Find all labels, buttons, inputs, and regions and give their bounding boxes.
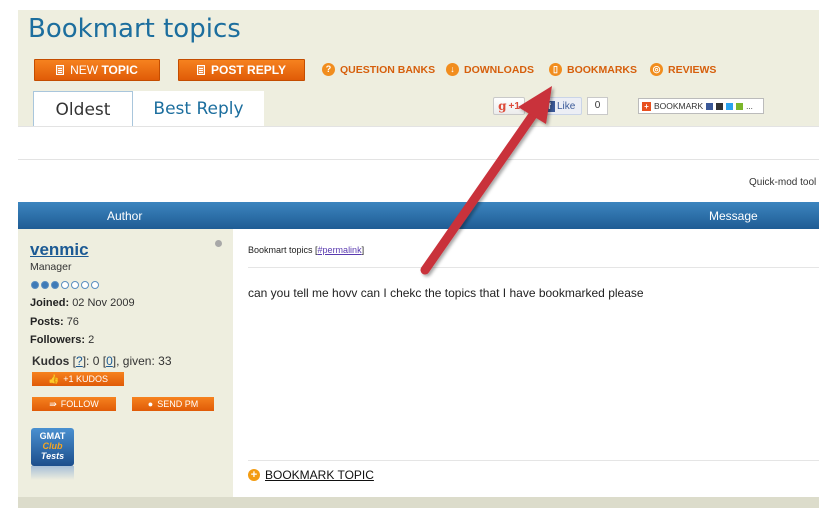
author-column-header: Author: [107, 209, 143, 223]
book-icon: ▯: [549, 63, 562, 76]
posts-table-header: Author Message: [18, 202, 819, 229]
message-body: can you tell me hovv can I chekc the top…: [248, 286, 644, 300]
question-banks-link[interactable]: ? QUESTION BANKS: [322, 63, 435, 76]
message-header: Bookmart topics [#permalink]: [248, 245, 365, 255]
message-column-header: Message: [709, 209, 758, 223]
google-plus-button[interactable]: g +1: [493, 97, 525, 115]
google-g-icon: g: [498, 99, 507, 113]
message-panel: [233, 229, 819, 497]
page-title: Bookmart topics: [28, 14, 241, 44]
twitter-mini-icon: [726, 102, 734, 110]
document-icon: [56, 65, 65, 75]
facebook-like-count: 0: [587, 97, 608, 115]
share-mini-icon: [736, 102, 744, 110]
addthis-plus-icon: +: [642, 101, 651, 111]
bottom-bar: [18, 497, 819, 508]
author-followers: Followers: 2: [30, 334, 95, 346]
badge-reflection: [31, 466, 74, 480]
bookmark-topic-link[interactable]: + BOOKMARK TOPIC: [248, 468, 374, 482]
facebook-mini-icon: [706, 102, 714, 110]
gmat-club-tests-badge[interactable]: GMAT Club Tests: [31, 428, 74, 466]
thumbs-up-icon: 👍: [48, 373, 60, 384]
kudos-received-link[interactable]: 0: [106, 354, 113, 368]
send-pm-button[interactable]: ● SEND PM: [132, 397, 214, 411]
downloads-link[interactable]: ↓ DOWNLOADS: [446, 63, 534, 76]
follow-button[interactable]: ⇛ FOLLOW: [32, 397, 116, 411]
new-topic-label: NEW TOPIC: [70, 63, 138, 77]
rank-dot: [51, 281, 59, 289]
more-ellipsis-icon: ...: [746, 101, 753, 111]
author-rank: Manager: [30, 261, 72, 273]
facebook-like-button[interactable]: f Like: [540, 97, 582, 115]
rank-dot: [71, 281, 79, 289]
post-reply-label: POST REPLY: [211, 63, 286, 77]
author-posts: Posts: 76: [30, 316, 79, 328]
reviews-link[interactable]: ◎ REVIEWS: [650, 63, 716, 76]
rank-dot: [31, 281, 39, 289]
rank-dot: [41, 281, 49, 289]
message-footer-divider: [248, 460, 819, 461]
offline-status-icon: [215, 240, 222, 247]
author-username[interactable]: venmic: [30, 240, 89, 260]
give-kudos-button[interactable]: 👍 +1 KUDOS: [32, 372, 124, 386]
rank-dot: [61, 281, 69, 289]
addthis-bookmark-button[interactable]: + BOOKMARK ...: [638, 98, 764, 114]
message-header-divider: [248, 267, 819, 268]
new-topic-button[interactable]: NEW TOPIC: [34, 59, 160, 81]
rank-dot: [91, 281, 99, 289]
speech-bubble-icon: ◎: [650, 63, 663, 76]
message-bubble-icon: ●: [147, 399, 154, 409]
author-kudos: Kudos [?]: 0 [0], given: 33: [32, 354, 172, 368]
follow-arrows-icon: ⇛: [49, 398, 57, 409]
tab-bottom-divider: [18, 126, 819, 127]
kudos-help-link[interactable]: ?: [76, 354, 83, 368]
question-icon: ?: [322, 63, 335, 76]
permalink-link[interactable]: #permalink: [318, 245, 362, 255]
author-joined: Joined: 02 Nov 2009: [30, 297, 135, 309]
facebook-icon: f: [544, 100, 555, 112]
bookmarks-link[interactable]: ▯ BOOKMARKS: [549, 63, 637, 76]
post-reply-button[interactable]: POST REPLY: [178, 59, 305, 81]
section-divider: [18, 159, 819, 160]
reply-document-icon: [197, 65, 206, 75]
plus-circle-icon: +: [248, 469, 260, 481]
rank-level-dots: [31, 281, 99, 289]
download-icon: ↓: [446, 63, 459, 76]
tab-oldest[interactable]: Oldest: [33, 91, 133, 127]
tab-best-reply[interactable]: Best Reply: [133, 91, 264, 126]
delicious-mini-icon: [716, 102, 724, 110]
rank-dot: [81, 281, 89, 289]
quick-mod-tool-link[interactable]: Quick-mod tool: [749, 177, 816, 188]
